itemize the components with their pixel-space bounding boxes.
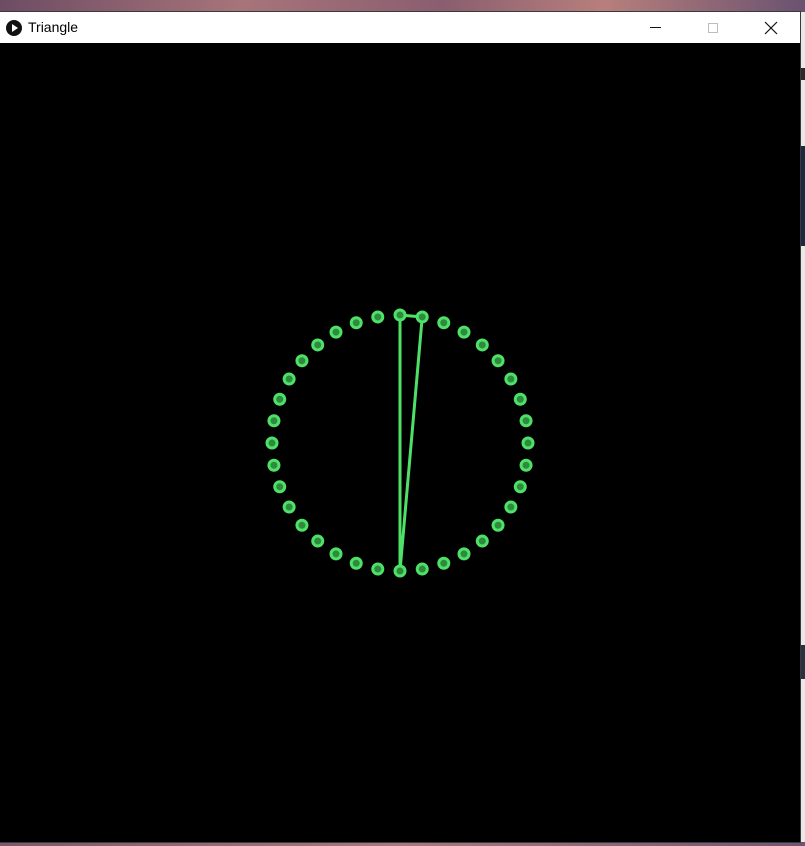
ring-point [265, 436, 279, 450]
ring-point [491, 354, 505, 368]
ring-point [273, 480, 287, 494]
ring-point [311, 534, 325, 548]
ring-point [371, 562, 385, 576]
ring-point [273, 392, 287, 406]
ring-point [519, 458, 533, 472]
ring-point [329, 547, 343, 561]
ring-point [437, 556, 451, 570]
ring-point [491, 518, 505, 532]
ring-point [349, 316, 363, 330]
ring-point [519, 414, 533, 428]
maximize-button[interactable] [684, 12, 742, 43]
close-button[interactable] [742, 12, 800, 43]
ring-point [349, 556, 363, 570]
ring-point [521, 436, 535, 450]
ring-point [371, 310, 385, 324]
ring-point [475, 338, 489, 352]
ring-point [282, 372, 296, 386]
minimize-icon [649, 27, 661, 28]
desktop-background-bottom [0, 842, 805, 846]
title-bar[interactable]: Triangle [0, 12, 800, 43]
ring-point [437, 316, 451, 330]
ring-point [475, 534, 489, 548]
triangle-outline [398, 313, 424, 573]
close-icon [764, 21, 778, 34]
ring-point [295, 354, 309, 368]
ring-point [311, 338, 325, 352]
ring-point [504, 500, 518, 514]
desktop-background-top [0, 0, 805, 12]
window-title: Triangle [28, 19, 79, 35]
play-circle-icon [6, 19, 22, 36]
ring-point [329, 325, 343, 339]
ring-point [513, 392, 527, 406]
ring-point [415, 310, 429, 324]
ring-point [415, 562, 429, 576]
ring-point [393, 564, 407, 578]
ring-point [513, 480, 527, 494]
ring-point [457, 325, 471, 339]
maximize-icon [708, 22, 718, 33]
app-window: Triangle [0, 12, 800, 842]
ring-point [504, 372, 518, 386]
ring-point [393, 308, 407, 322]
ring-point [457, 547, 471, 561]
sketch-drawing [265, 308, 535, 578]
ring-point [282, 500, 296, 514]
ring-point [295, 518, 309, 532]
window-controls [626, 12, 800, 43]
minimize-button[interactable] [626, 12, 684, 43]
sketch-canvas[interactable] [0, 43, 800, 842]
desktop-background-right [800, 12, 805, 846]
ring-point [267, 414, 281, 428]
ring-point [267, 458, 281, 472]
